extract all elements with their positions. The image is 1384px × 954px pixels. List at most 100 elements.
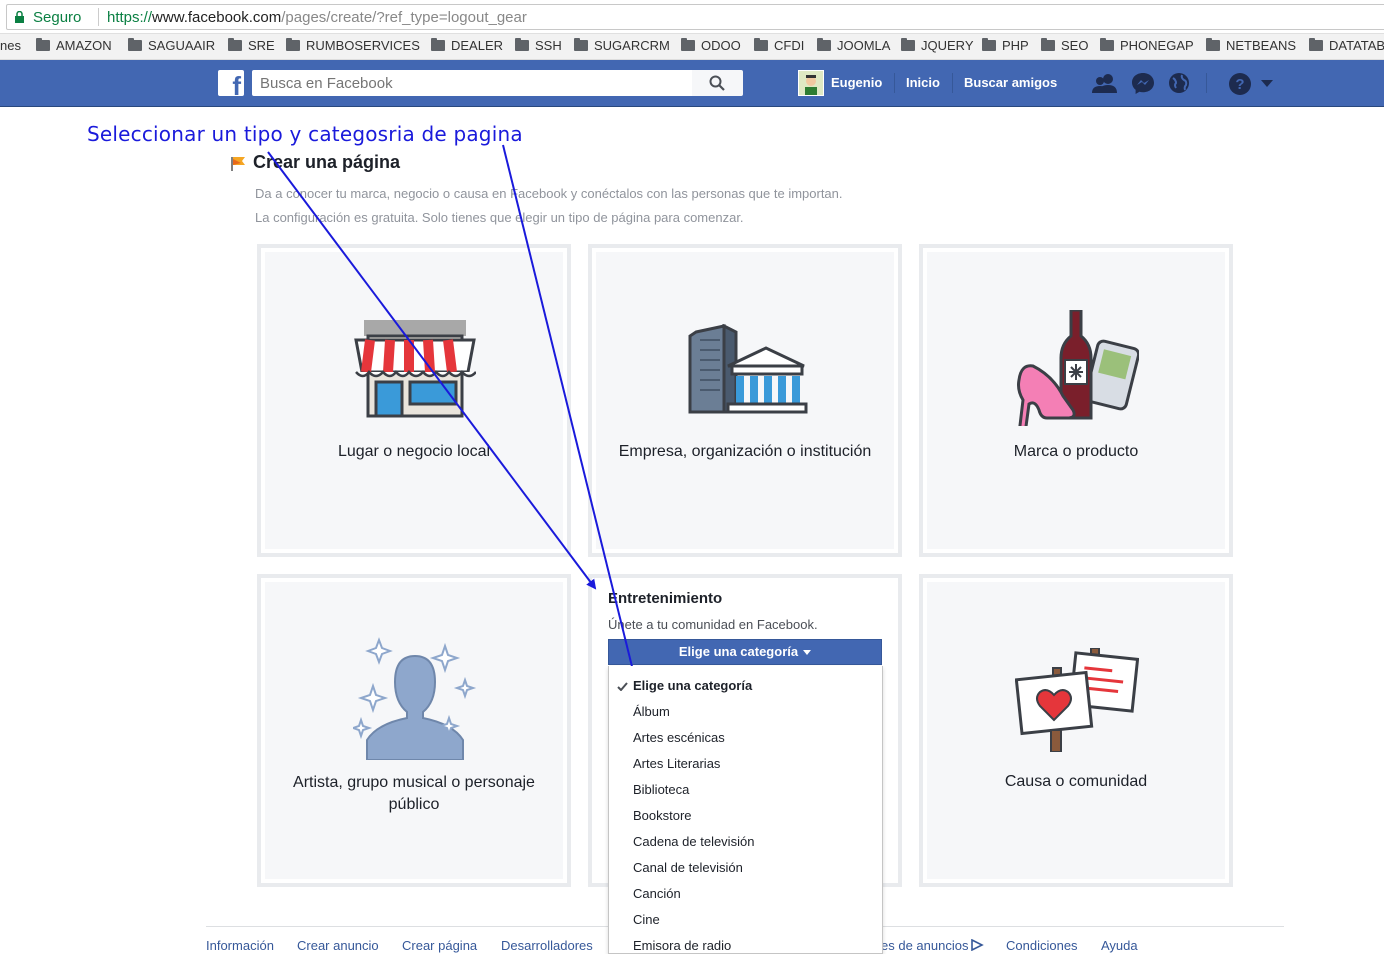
dropdown-option[interactable]: Bookstore xyxy=(633,808,692,823)
folder-icon xyxy=(754,38,768,51)
bookmark-folder[interactable]: PHONEGAP xyxy=(1100,38,1194,53)
dropdown-option[interactable]: Emisora de radio xyxy=(633,938,731,953)
footer-link-ad-choices[interactable]: es de anuncios xyxy=(881,938,985,953)
bookmarks-bar: nes AMAZON SAGUAAIR SRE RUMBOSERVICES DE… xyxy=(0,34,1384,60)
entertainment-subtitle: Únete a tu comunidad en Facebook. xyxy=(608,617,818,632)
account-menu-caret-icon[interactable] xyxy=(1261,80,1273,88)
nav-divider xyxy=(894,73,895,93)
bookmark-folder[interactable]: RUMBOSERVICES xyxy=(286,38,420,53)
bookmark-item[interactable]: nes xyxy=(0,38,21,53)
dropdown-option[interactable]: Canal de televisión xyxy=(633,860,743,875)
bookmark-folder[interactable]: DEALER xyxy=(431,38,503,53)
bookmark-folder[interactable]: AMAZON xyxy=(36,38,112,53)
storefront-icon xyxy=(354,320,476,418)
card-local-business[interactable]: Lugar o negocio local xyxy=(257,244,571,557)
folder-icon xyxy=(982,38,996,51)
bookmark-folder[interactable]: JQUERY xyxy=(901,38,974,53)
folder-icon xyxy=(228,38,242,51)
card-cause[interactable]: Causa o comunidad xyxy=(919,574,1233,887)
bookmark-folder[interactable]: SSH xyxy=(515,38,562,53)
card-company[interactable]: Empresa, organización o institución xyxy=(588,244,902,557)
footer-link-terms[interactable]: Condiciones xyxy=(1006,938,1078,953)
ad-choices-icon xyxy=(971,938,985,952)
card-brand[interactable]: Marca o producto xyxy=(919,244,1233,557)
footer-link-create-page[interactable]: Crear página xyxy=(402,938,477,953)
search-button[interactable] xyxy=(692,70,743,96)
folder-icon xyxy=(681,38,695,51)
page-description-1: Da a conocer tu marca, negocio o causa e… xyxy=(255,186,843,201)
bookmark-folder[interactable]: DATATAB xyxy=(1309,38,1384,53)
annotation-text: Seleccionar un tipo y categosria de pagi… xyxy=(87,122,523,146)
footer-link-create-ad[interactable]: Crear anuncio xyxy=(297,938,379,953)
bookmark-folder[interactable]: CFDI xyxy=(754,38,804,53)
secure-label: Seguro xyxy=(33,9,82,26)
card-label: Marca o producto xyxy=(1013,443,1139,460)
search-input[interactable] xyxy=(252,70,692,96)
lock-icon xyxy=(15,11,24,23)
page-title: Crear una página xyxy=(253,152,401,172)
folder-icon xyxy=(1041,38,1055,51)
cause-signs-icon xyxy=(1015,648,1139,752)
dropdown-option[interactable]: Biblioteca xyxy=(633,782,689,797)
bookmark-folder[interactable]: SRE xyxy=(228,38,275,53)
bookmark-folder[interactable]: PHP xyxy=(982,38,1029,53)
nav-divider xyxy=(952,73,953,93)
profile-link[interactable]: Eugenio xyxy=(831,75,882,90)
caret-down-icon xyxy=(803,650,812,656)
folder-icon xyxy=(817,38,831,51)
avatar-image xyxy=(799,71,823,95)
bookmark-folder[interactable]: JOOMLA xyxy=(817,38,890,53)
checkmark-icon xyxy=(617,682,628,691)
bookmark-folder[interactable]: ODOO xyxy=(681,38,741,53)
bookmark-folder[interactable]: SAGUAAIR xyxy=(128,38,215,53)
card-label: Causa o comunidad xyxy=(1004,773,1148,790)
messenger-icon[interactable] xyxy=(1131,72,1155,94)
dropdown-option[interactable]: Elige una categoría xyxy=(633,678,752,693)
dropdown-option[interactable]: Artes Literarias xyxy=(633,756,720,771)
folder-icon xyxy=(574,38,588,51)
folder-icon xyxy=(1206,38,1220,51)
folder-icon xyxy=(1100,38,1114,51)
svg-text:?: ? xyxy=(1235,76,1244,93)
help-icon[interactable]: ? xyxy=(1228,72,1252,96)
footer-link-help[interactable]: Ayuda xyxy=(1101,938,1138,953)
url-box[interactable]: Seguro https://www.facebook.com/pages/cr… xyxy=(6,4,1384,30)
card-label-line1: Artista, grupo musical o personaje xyxy=(293,774,535,791)
folder-icon xyxy=(36,38,50,51)
friend-requests-icon[interactable] xyxy=(1091,72,1119,94)
dropdown-option[interactable]: Cadena de televisión xyxy=(633,834,754,849)
globe-icon[interactable] xyxy=(1168,72,1190,94)
bookmark-folder[interactable]: SEO xyxy=(1041,38,1088,53)
entertainment-title: Entretenimiento xyxy=(608,590,723,607)
avatar[interactable] xyxy=(798,70,824,96)
find-friends-link[interactable]: Buscar amigos xyxy=(964,75,1057,90)
facebook-top-bar: f Eugenio Inicio Buscar amigos ? xyxy=(0,60,1384,107)
url-text[interactable]: https://www.facebook.com/pages/create/?r… xyxy=(107,9,527,26)
folder-icon xyxy=(128,38,142,51)
search-icon xyxy=(709,75,725,91)
dropdown-option[interactable]: Canción xyxy=(633,886,681,901)
dropdown-option[interactable]: Cine xyxy=(633,912,660,927)
footer-link-developers[interactable]: Desarrolladores xyxy=(501,938,593,953)
card-label: Lugar o negocio local xyxy=(337,443,491,460)
dropdown-option[interactable]: Álbum xyxy=(633,704,670,719)
folder-icon xyxy=(431,38,445,51)
folder-icon xyxy=(515,38,529,51)
nav-divider xyxy=(1206,73,1207,93)
bookmark-folder[interactable]: NETBEANS xyxy=(1206,38,1296,53)
dropdown-option[interactable]: Artes escénicas xyxy=(633,730,725,745)
folder-icon xyxy=(286,38,300,51)
url-divider xyxy=(98,8,99,26)
card-artist[interactable]: Artista, grupo musical o personaje públi… xyxy=(257,574,571,887)
home-link[interactable]: Inicio xyxy=(906,75,940,90)
card-label: Empresa, organización o institución xyxy=(618,443,872,460)
page-description-2: La configuración es gratuita. Solo tiene… xyxy=(255,210,744,225)
card-label-line2: público xyxy=(388,796,440,813)
facebook-logo[interactable]: f xyxy=(218,70,244,99)
bookmark-folder[interactable]: SUGARCRM xyxy=(574,38,670,53)
folder-icon xyxy=(1309,38,1323,51)
footer-link-info[interactable]: Información xyxy=(206,938,274,953)
choose-category-button[interactable]: Elige una categoría xyxy=(608,639,882,665)
category-dropdown-list[interactable]: Elige una categoría Álbum Artes escénica… xyxy=(608,666,883,954)
artist-silhouette-icon xyxy=(353,637,477,760)
